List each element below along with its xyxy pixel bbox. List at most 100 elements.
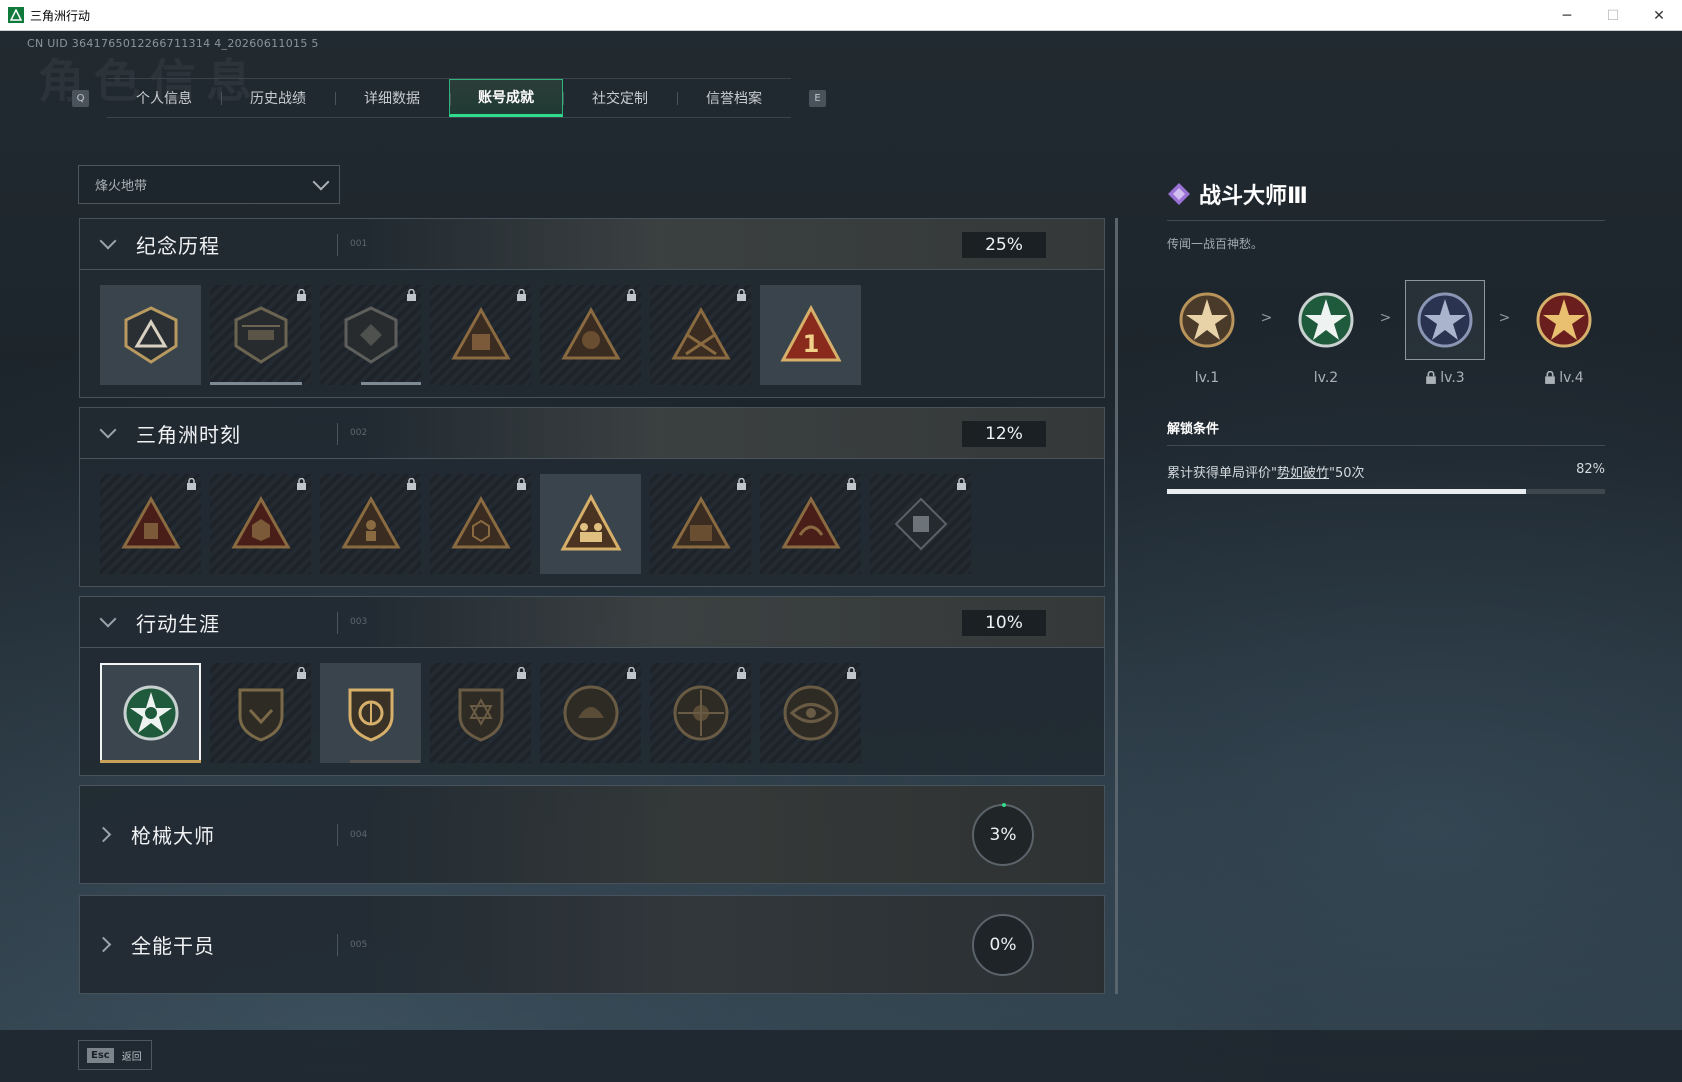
badge[interactable] [320, 663, 421, 763]
level-track: lv.1 > lv.2 > lv.3 > lv.4 [1167, 280, 1605, 386]
badge[interactable] [210, 285, 311, 385]
badge[interactable] [540, 663, 641, 763]
achievement-detail: 战斗大师Ⅲ 传闻一战百神愁。 lv.1 > lv.2 > lv.3 > lv.4 [1167, 177, 1605, 494]
hexagon-crest-emblem-icon [450, 495, 511, 549]
category-title: 枪械大师 [131, 824, 215, 848]
eye-emblem-icon [783, 685, 838, 741]
maximize-button[interactable]: ☐ [1590, 0, 1636, 31]
lock-icon [847, 667, 856, 679]
chevron-down-icon [312, 173, 330, 190]
category-panel-memorial: 纪念历程 001 25% 1 [79, 218, 1105, 398]
badge[interactable] [650, 663, 751, 763]
tab-personal-info[interactable]: 个人信息 [107, 79, 221, 117]
lock-icon [517, 289, 526, 301]
level-item[interactable]: lv.2 [1286, 280, 1366, 386]
condition-highlight-link[interactable]: 势如破竹 [1277, 466, 1329, 481]
badge[interactable] [320, 285, 421, 385]
category-header[interactable]: 全能干员 005 0% [80, 896, 1104, 993]
level-label: lv.3 [1440, 370, 1465, 386]
tab-detailed-data[interactable]: 详细数据 [335, 79, 449, 117]
badge[interactable] [870, 474, 971, 574]
lock-icon [1545, 371, 1556, 384]
badge[interactable] [320, 474, 421, 574]
diamond-cube-emblem-icon [894, 497, 947, 551]
category-header[interactable]: 枪械大师 004 3% [80, 786, 1104, 883]
lock-icon [957, 478, 966, 490]
badge[interactable] [760, 474, 861, 574]
badge[interactable] [760, 663, 861, 763]
tab-achievements[interactable]: 账号成就 [449, 79, 563, 117]
purple-diamond-icon [1168, 183, 1190, 205]
badge[interactable] [540, 474, 641, 574]
level-label: lv.4 [1559, 370, 1584, 386]
category-percent: 12% [962, 421, 1046, 447]
lock-icon [517, 667, 526, 679]
unlock-condition-text: 累计获得单局评价"势如破竹"50次 [1167, 466, 1365, 481]
badge[interactable] [210, 663, 311, 763]
tab-history[interactable]: 历史战绩 [221, 79, 335, 117]
lock-icon [737, 478, 746, 490]
bottom-bar: Esc 返回 [0, 1030, 1682, 1082]
triangle-shield-emblem-icon [124, 306, 177, 364]
lock-icon [297, 667, 306, 679]
badge[interactable] [430, 285, 531, 385]
window-titlebar: 三角洲行动 ─ ☐ ✕ [0, 0, 1682, 31]
level-arrow: > [1379, 310, 1392, 326]
app-logo-icon [8, 7, 24, 23]
category-header[interactable]: 行动生涯 003 10% [80, 597, 1104, 648]
lock-icon [517, 478, 526, 490]
category-percent: 25% [962, 232, 1046, 258]
lock-icon [297, 478, 306, 490]
crossed-swords-emblem-icon [670, 306, 731, 360]
chevron-down-icon [99, 421, 117, 439]
badge[interactable] [210, 474, 311, 574]
category-header[interactable]: 三角洲时刻 002 12% [80, 408, 1104, 459]
back-button[interactable]: Esc 返回 [78, 1040, 152, 1070]
category-percent-ring: 3% [972, 802, 1034, 866]
bronze-star-medal-icon [1179, 292, 1235, 348]
chevron-right-icon [95, 936, 112, 953]
minimize-button[interactable]: ─ [1544, 0, 1590, 31]
mode-dropdown[interactable]: 烽火地带 [78, 165, 340, 204]
detail-description: 传闻一战百神愁。 [1167, 237, 1264, 251]
helicopter-shield-emblem-icon [234, 306, 287, 364]
badge[interactable] [430, 663, 531, 763]
level-item[interactable]: lv.1 [1167, 280, 1247, 386]
category-panel-weapon-master[interactable]: 枪械大师 004 3% [79, 785, 1105, 884]
chevron-right-icon [95, 826, 112, 843]
lock-icon [847, 478, 856, 490]
level-item-current[interactable]: lv.3 [1405, 280, 1485, 386]
category-index: 002 [350, 428, 368, 438]
red-triangle-emblem-icon [120, 495, 181, 549]
scrollbar[interactable] [1115, 218, 1118, 994]
badge[interactable] [650, 474, 751, 574]
unlock-condition-row: 累计获得单局评价"势如破竹"50次 82% [1167, 462, 1605, 481]
lock-icon [627, 289, 636, 301]
category-header[interactable]: 纪念历程 001 25% [80, 219, 1104, 270]
level-item[interactable]: lv.4 [1524, 280, 1604, 386]
blue-star-medal-icon [1417, 292, 1473, 348]
next-tab-key-hint[interactable]: E [809, 89, 826, 107]
category-title: 全能干员 [131, 934, 215, 958]
category-panel-delta-moments: 三角洲时刻 002 12% [79, 407, 1105, 587]
badge[interactable] [540, 285, 641, 385]
level-label: lv.1 [1194, 370, 1220, 386]
eagle-triangle-emblem-icon [780, 495, 841, 549]
unlock-progress-bar [1167, 489, 1605, 494]
tab-reputation[interactable]: 信誉档案 [677, 79, 791, 117]
triangle-crest-emblem-icon [450, 306, 511, 360]
tab-social[interactable]: 社交定制 [563, 79, 677, 117]
kneeling-soldier-emblem-icon [340, 495, 401, 549]
category-panel-all-round-operator[interactable]: 全能干员 005 0% [79, 895, 1105, 994]
badge-row [80, 459, 1104, 586]
badge[interactable]: 1 [760, 285, 861, 385]
prev-tab-key-hint[interactable]: Q [72, 89, 89, 107]
badge[interactable] [430, 474, 531, 574]
badge[interactable] [100, 285, 201, 385]
skull-crosshair-emblem-icon [673, 685, 728, 741]
badge[interactable] [650, 285, 751, 385]
level-arrow: > [1498, 310, 1511, 326]
close-button[interactable]: ✕ [1636, 0, 1682, 31]
badge[interactable] [100, 474, 201, 574]
badge-selected[interactable] [100, 663, 201, 763]
